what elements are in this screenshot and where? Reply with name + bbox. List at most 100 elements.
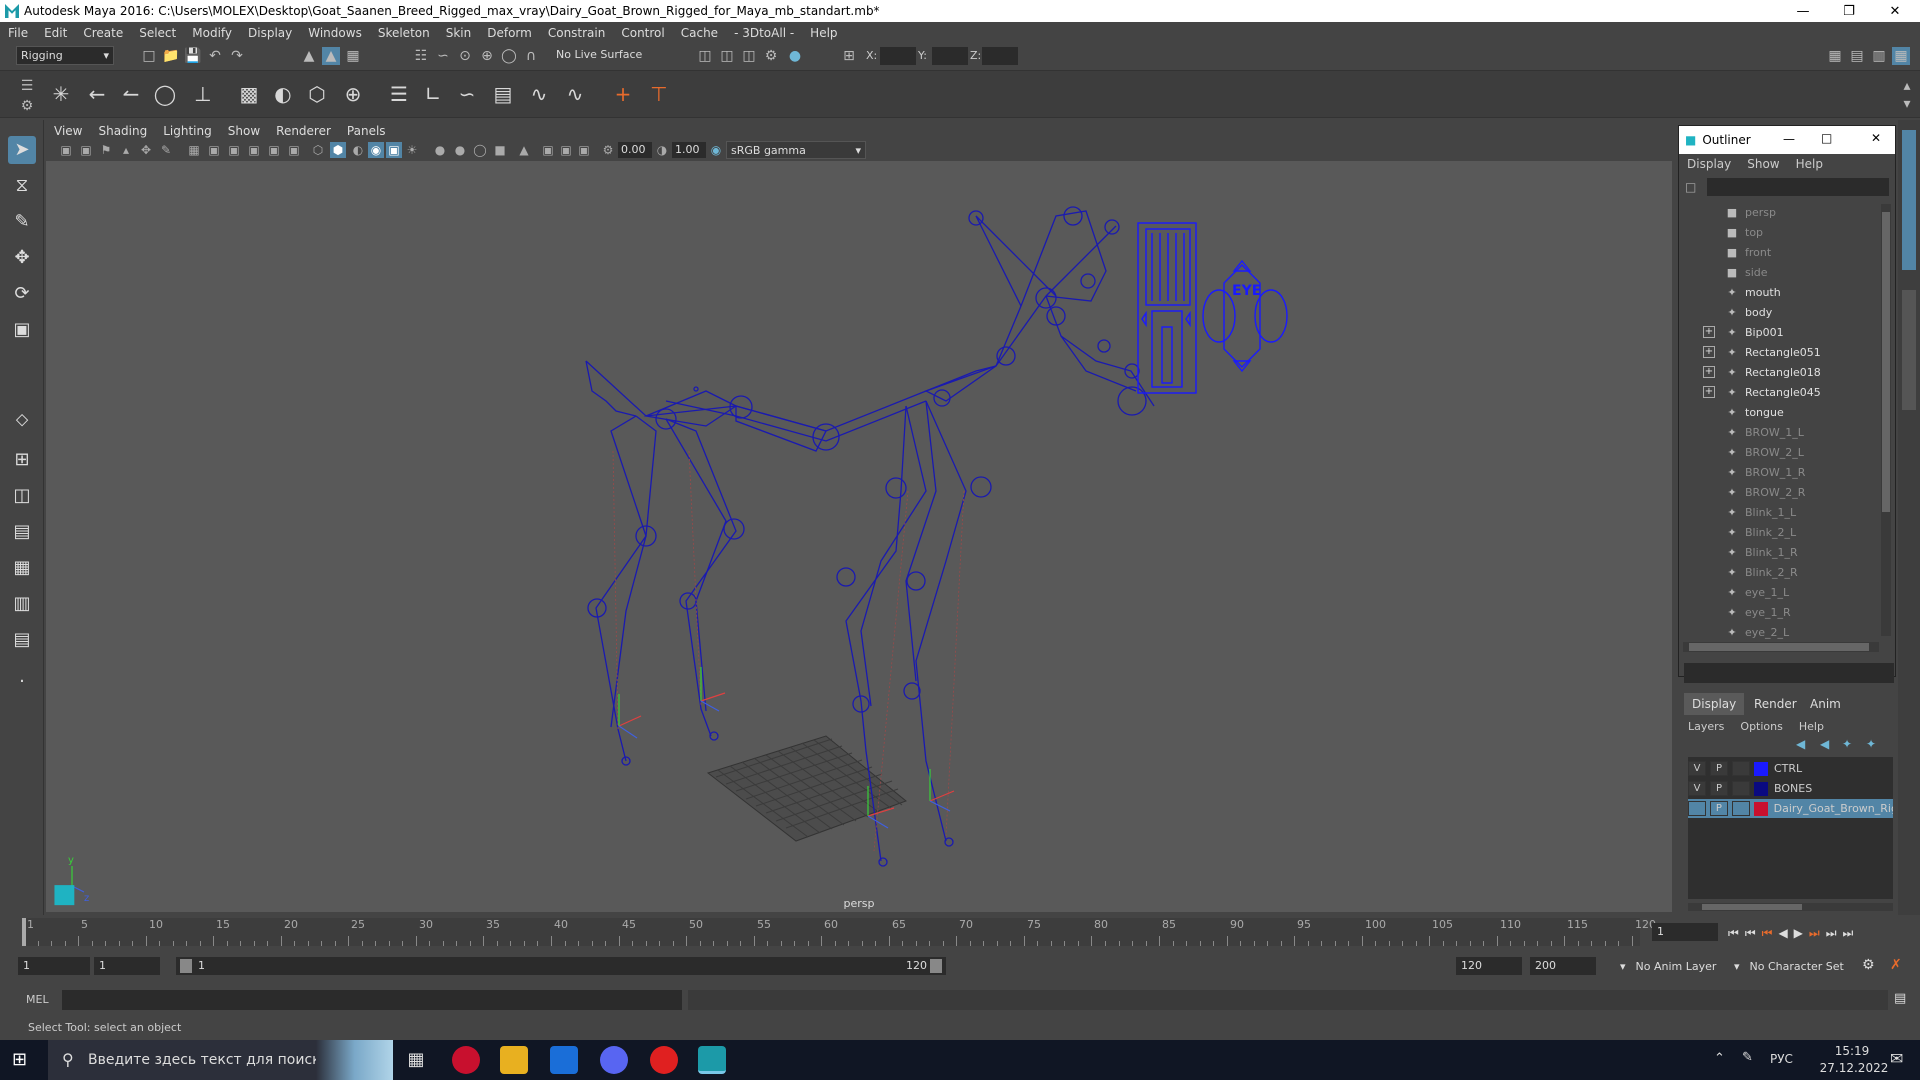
windows-start-icon[interactable]: ⊞ [12, 1050, 32, 1070]
save-scene-icon[interactable]: 💾 [184, 47, 202, 65]
exposure-field[interactable]: 0.00 [618, 142, 652, 158]
layout-outliner-persp-icon[interactable]: ▤ [8, 518, 36, 546]
menu-constrain[interactable]: Constrain [540, 26, 614, 40]
shadows-icon[interactable]: ☀ [404, 142, 420, 158]
range-start-handle[interactable] [180, 959, 192, 973]
y-field[interactable] [932, 47, 968, 65]
layer-playback-toggle[interactable]: P [1710, 781, 1728, 796]
color-space-dropdown[interactable]: sRGB gamma ▾ [726, 141, 866, 159]
textured-icon[interactable]: ◉ [368, 142, 384, 158]
menu-windows[interactable]: Windows [300, 26, 370, 40]
freeze-transforms-icon[interactable]: + [610, 81, 636, 107]
layer-visibility-toggle[interactable]: V [1688, 761, 1706, 776]
time-ruler[interactable]: 1 5 10 15 20 25 30 35 40 45 50 55 60 65 70 75 80 85 90 95 10… [22, 918, 1656, 946]
step-back-key-icon[interactable]: ⏮ [1762, 926, 1779, 940]
tool-settings-icon[interactable]: ▥ [1870, 47, 1888, 65]
xray-icon[interactable]: ▣ [540, 142, 556, 158]
wireframe-on-shaded-icon[interactable]: ◐ [350, 142, 366, 158]
layer-menu-layers[interactable]: Layers [1680, 720, 1732, 733]
layer-playback-toggle[interactable]: P [1709, 801, 1728, 816]
playback-start-field[interactable]: 1 [94, 957, 160, 975]
bookmark-icon[interactable]: ⚑ [98, 142, 114, 158]
select-object-icon[interactable]: ▲ [322, 47, 340, 65]
toolbox-options-icon[interactable]: · [8, 668, 36, 696]
file-explorer-icon[interactable] [500, 1046, 528, 1074]
notification-icon[interactable]: ✉ [1890, 1049, 1903, 1068]
locator-icon[interactable]: ✳ [48, 81, 74, 107]
camera-attributes-icon[interactable]: ▣ [78, 142, 94, 158]
live-surface-field[interactable]: No Live Surface [552, 46, 648, 65]
outliner-item[interactable]: ■ persp [1679, 202, 1879, 222]
preferences-icon[interactable]: ✗ [1890, 957, 1902, 973]
task-view-icon[interactable]: ▦ [402, 1046, 430, 1074]
create-joint-icon[interactable]: ← [84, 81, 110, 107]
language-indicator[interactable]: РУС [1770, 1052, 1793, 1066]
outliner-menu-help[interactable]: Help [1788, 157, 1831, 171]
resolution-gate-icon[interactable]: ▣ [226, 142, 242, 158]
gamma-icon[interactable]: ◑ [654, 142, 670, 158]
outliner-item[interactable]: ✦ BROW_1_R [1679, 462, 1879, 482]
shelf-scroll-down-icon[interactable]: ▾ [1898, 95, 1916, 113]
layer-row[interactable]: V P CTRL [1688, 759, 1893, 778]
show-manipulator-icon[interactable]: ⬦ [8, 406, 36, 434]
rotate-tool-icon[interactable]: ⟳ [8, 280, 36, 308]
viewport-menu-show[interactable]: Show [220, 124, 268, 138]
anim-layer-dropdown[interactable]: ▾ No Anim Layer [1620, 960, 1716, 973]
viewport-menu-renderer[interactable]: Renderer [268, 124, 339, 138]
grid-toggle-icon[interactable]: ▦ [186, 142, 202, 158]
scale-constraint-icon[interactable]: ▤ [490, 81, 516, 107]
layer-display-type[interactable] [1731, 801, 1750, 816]
point-constraint-icon[interactable]: ☰ [386, 81, 412, 107]
attribute-editor-toggle-icon[interactable]: ▤ [1848, 47, 1866, 65]
snap-surface-icon[interactable]: ◯ [500, 47, 518, 65]
lasso-tool-icon[interactable]: ⧖ [8, 172, 36, 200]
filter-icon[interactable]: □ [1685, 180, 1699, 194]
layer-tab-render[interactable]: Render [1746, 693, 1805, 715]
hypershade-icon[interactable]: ● [786, 47, 804, 65]
menu-control[interactable]: Control [613, 26, 672, 40]
maya-taskbar-icon[interactable] [698, 1046, 726, 1074]
outliner-item[interactable]: ■ side [1679, 262, 1879, 282]
select-hierarchy-icon[interactable]: ▲ [300, 47, 318, 65]
channel-box-toggle-icon[interactable]: ▦ [1892, 47, 1910, 65]
layer-row[interactable]: V P BONES [1688, 779, 1893, 798]
clock-time[interactable]: 15:19 [1822, 1044, 1882, 1058]
snap-curve-icon[interactable]: ∽ [434, 47, 452, 65]
outliner-item[interactable]: ✦ eye_1_L [1679, 582, 1879, 602]
outliner-item[interactable]: ✦ body [1679, 302, 1879, 322]
face-control-panel[interactable] [1137, 222, 1197, 394]
insert-joint-icon[interactable]: ↼ [118, 81, 144, 107]
z-field[interactable] [982, 47, 1018, 65]
current-time-indicator[interactable] [22, 918, 26, 946]
mail-app-icon[interactable] [550, 1046, 578, 1074]
outliner-item[interactable]: ✦ Blink_1_L [1679, 502, 1879, 522]
layer-display-type[interactable] [1732, 761, 1750, 776]
mode-selector[interactable]: Rigging ▾ [16, 46, 114, 65]
outliner-close-button[interactable]: ✕ [1871, 131, 1881, 145]
move-layer-up-icon[interactable]: ◀ [1796, 737, 1805, 751]
snap-point-icon[interactable]: ⊙ [456, 47, 474, 65]
film-gate-icon[interactable]: ▣ [206, 142, 222, 158]
menu-skin[interactable]: Skin [438, 26, 480, 40]
move-tool-icon[interactable]: ✥ [8, 244, 36, 272]
exposure-icon[interactable]: ⚙ [600, 142, 616, 158]
layout-graph-icon[interactable]: ▦ [8, 554, 36, 582]
outliner-hscrollbar[interactable] [1683, 642, 1879, 652]
shelf-settings-icon[interactable]: ⚙ [18, 97, 36, 115]
menu-display[interactable]: Display [240, 26, 300, 40]
pole-vector-icon[interactable]: ∿ [562, 81, 588, 107]
step-back-icon[interactable]: ⏮ [1745, 926, 1762, 940]
outliner-scroll-thumb[interactable] [1882, 212, 1890, 512]
layer-menu-options[interactable]: Options [1732, 720, 1790, 733]
play-forwards-icon[interactable]: ▶ [1794, 926, 1809, 940]
step-forward-icon[interactable]: ⏭ [1826, 926, 1843, 940]
layer-color-swatch[interactable] [1754, 781, 1768, 796]
ik-handle-icon[interactable]: ◯ [152, 81, 178, 107]
playback-end-field[interactable]: 120 [1456, 957, 1522, 975]
menu-help[interactable]: Help [802, 26, 845, 40]
anti-aliasing-icon[interactable]: ◯ [472, 142, 488, 158]
restore-button[interactable]: ❐ [1826, 0, 1872, 22]
parent-constraint-icon[interactable]: ∽ [454, 81, 480, 107]
viewport-menu-shading[interactable]: Shading [90, 124, 155, 138]
2d-pan-zoom-icon[interactable]: ✥ [138, 142, 154, 158]
